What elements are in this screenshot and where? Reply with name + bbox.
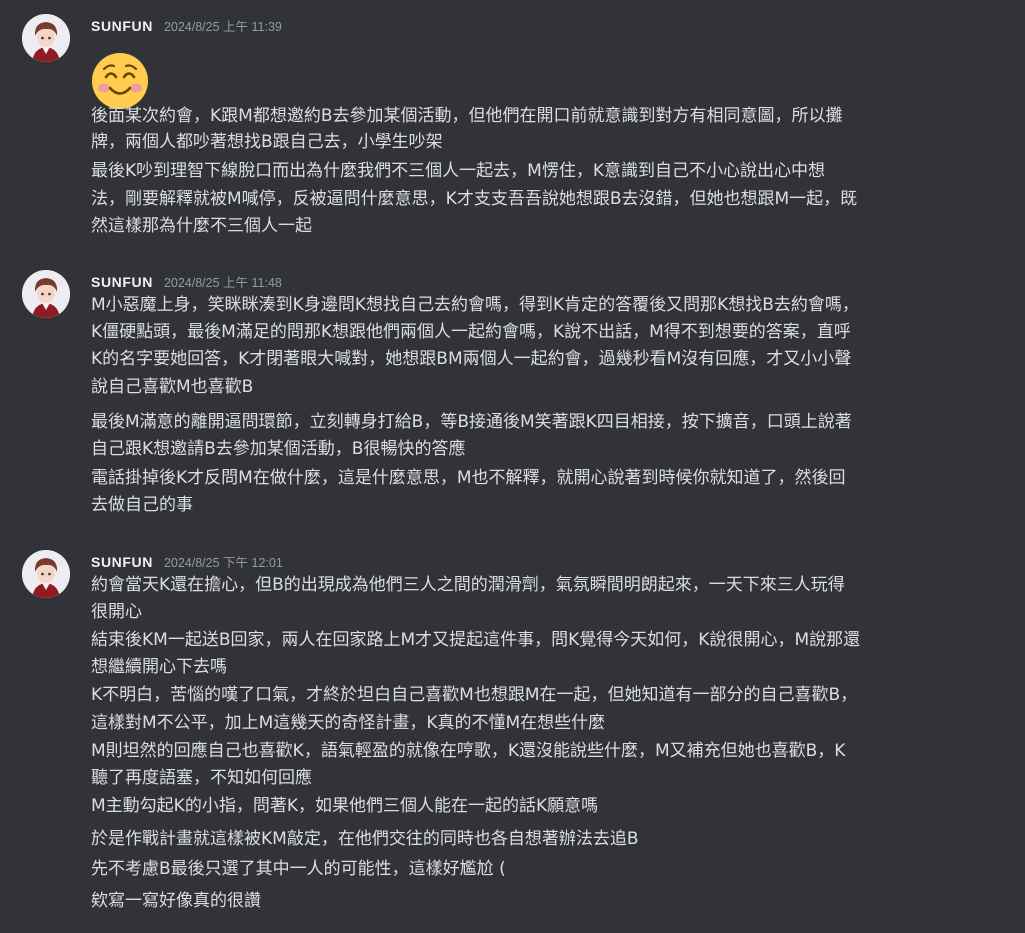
message-line: K僵硬點頭，最後M滿足的問那K想跟他們兩個人一起約會嗎，K說不出話，M得不到想要… <box>91 322 851 342</box>
message-line: 約會當天K還在擔心，但B的出現成為他們三人之間的潤滑劑，氣氛瞬間明朗起來，一天下… <box>91 575 845 595</box>
message-line: 去做自己的事 <box>91 495 193 515</box>
message-line: 然這樣那為什麼不三個人一起 <box>91 216 312 236</box>
message-line: M則坦然的回應自己也喜歡K，語氣輕盈的就像在哼歌，K還沒能說些什麼，M又補充但她… <box>91 741 846 761</box>
username[interactable]: SUNFUN <box>91 274 153 290</box>
message-header: SUNFUN 2024/8/25 上午 11:48 <box>91 272 282 292</box>
message-line: 牌，兩個人都吵著想找B跟自己去，小學生吵架 <box>91 132 443 152</box>
message-line: 很開心 <box>91 602 142 622</box>
message-line: 後面某次約會，K跟M都想邀約B去參加某個活動，但他們在開口前就意識到對方有相同意… <box>91 106 843 126</box>
user-avatar[interactable] <box>22 14 70 62</box>
message-line: 這樣對M不公平，加上M這幾天的奇怪計畫，K真的不懂M在想些什麼 <box>91 713 606 733</box>
username[interactable]: SUNFUN <box>91 554 153 570</box>
message-header: SUNFUN 2024/8/25 上午 11:39 <box>91 16 282 36</box>
message-line: 說自己喜歡M也喜歡B <box>91 377 254 397</box>
avatar-image <box>22 14 70 62</box>
message-line: K不明白，苦惱的嘆了口氣，才終於坦白自己喜歡M也想跟M在一起，但她知道有一部分的… <box>91 685 858 705</box>
message-line: 最後K吵到理智下線脫口而出為什麼我們不三個人一起去，M愣住，K意識到自己不小心說… <box>91 161 825 181</box>
smiling-face-emoji-icon <box>91 52 149 110</box>
user-avatar[interactable] <box>22 270 70 318</box>
message-line: 先不考慮B最後只選了其中一人的可能性，這樣好尷尬 ( <box>91 859 506 879</box>
message-line: 欸寫一寫好像真的很讚 <box>91 891 261 911</box>
message-line: 聽了再度語塞，不知如何回應 <box>91 768 312 788</box>
message-header: SUNFUN 2024/8/25 下午 12:01 <box>91 552 283 572</box>
message-line: 於是作戰計畫就這樣被KM敲定，在他們交往的同時也各自想著辦法去追B <box>91 829 639 849</box>
avatar-image <box>22 550 70 598</box>
message-line: K的名字要她回答，K才閉著眼大喊對，她想跟BM兩個人一起約會，過幾秒看M沒有回應… <box>91 349 852 369</box>
message-line: 最後M滿意的離開逼問環節，立刻轉身打給B，等B接通後M笑著跟K四目相接，按下擴音… <box>91 412 852 432</box>
username[interactable]: SUNFUN <box>91 18 153 34</box>
message-line: 自己跟K想邀請B去參加某個活動，B很暢快的答應 <box>91 439 466 459</box>
timestamp[interactable]: 2024/8/25 上午 11:39 <box>164 16 282 35</box>
message-line: 法，剛要解釋就被M喊停，反被逼問什麼意思，K才支支吾吾說她想跟B去沒錯，但她也想… <box>91 189 858 209</box>
message-line: M小惡魔上身，笑眯眯湊到K身邊問K想找自己去約會嗎，得到K肯定的答覆後又問那K想… <box>91 295 859 315</box>
message-line: M主動勾起K的小指，問著K，如果他們三個人能在一起的話K願意嗎 <box>91 796 599 816</box>
message-line: 電話掛掉後K才反問M在做什麼，這是什麼意思，M也不解釋，就開心說著到時候你就知道… <box>91 468 846 488</box>
avatar-image <box>22 270 70 318</box>
message-line: 想繼續開心下去嗎 <box>91 657 227 677</box>
user-avatar[interactable] <box>22 550 70 598</box>
message-line: 結束後KM一起送B回家，兩人在回家路上M才又提起這件事，問K覺得今天如何，K說很… <box>91 630 861 650</box>
timestamp[interactable]: 2024/8/25 下午 12:01 <box>164 552 283 571</box>
timestamp[interactable]: 2024/8/25 上午 11:48 <box>164 272 282 291</box>
